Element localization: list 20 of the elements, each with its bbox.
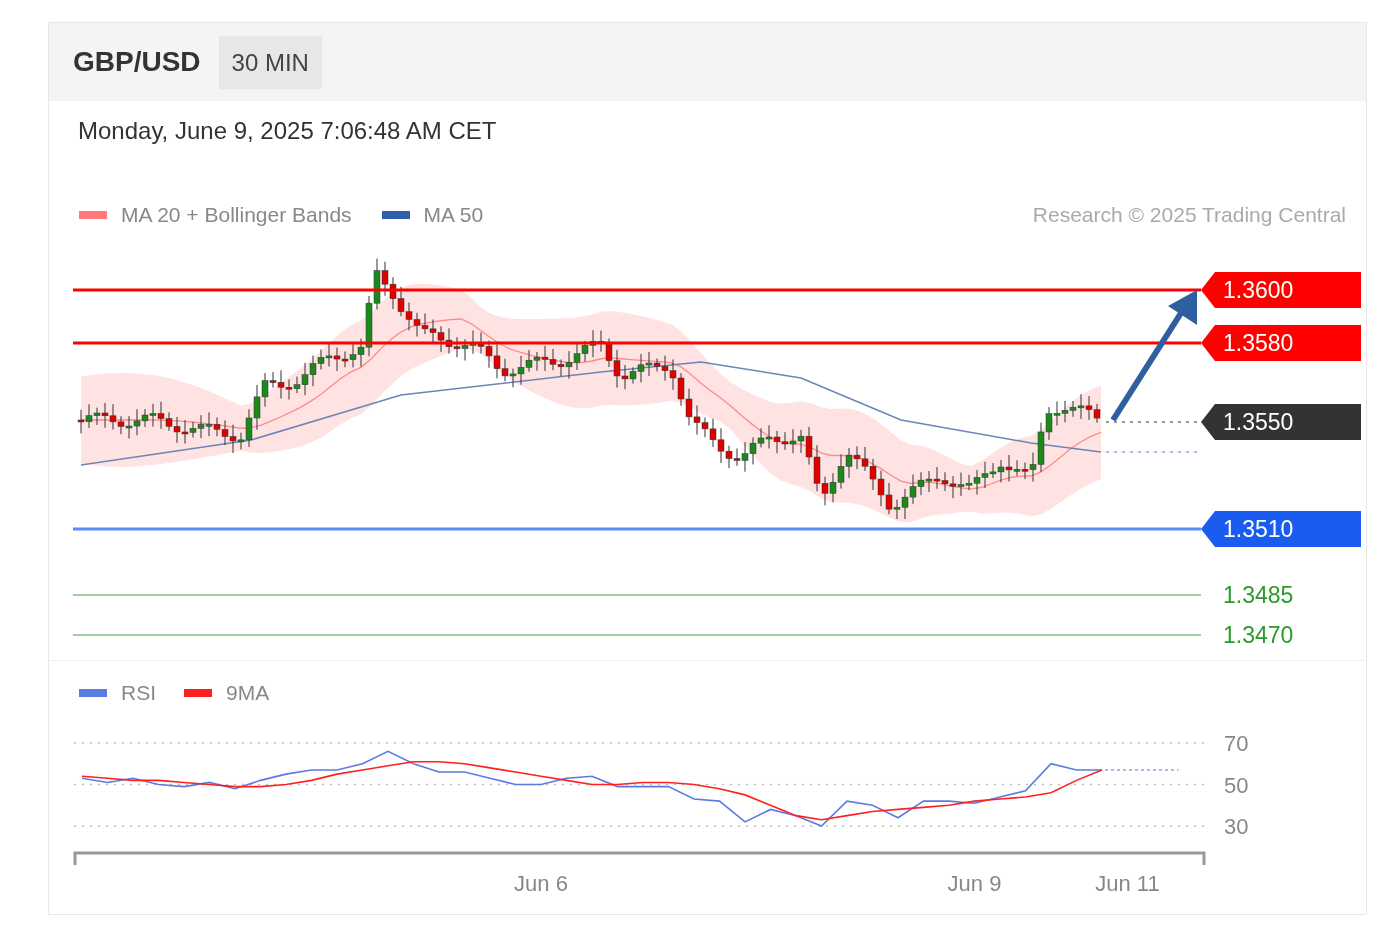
price-level-label: 1.3485 — [1222, 580, 1295, 610]
axis-label: Jun 6 — [514, 871, 568, 896]
price-level-label: 1.3510 — [1201, 511, 1361, 547]
pair-title: GBP/USD — [73, 46, 201, 78]
price-level-label: 1.3600 — [1201, 272, 1361, 308]
interval-badge: 30 MIN — [218, 35, 322, 89]
axis-label: 70 — [1224, 731, 1249, 756]
price-level-label: 1.3470 — [1222, 620, 1295, 650]
legend-label: MA 50 — [423, 203, 484, 227]
timestamp-text: Monday, June 9, 2025 7:06:48 AM CET — [77, 116, 498, 146]
axis-label: Jun 11 — [1095, 871, 1160, 896]
axis-label: Jun 9 — [947, 871, 1002, 896]
axis-label: 30 — [1224, 814, 1249, 839]
legend-label: RSI — [121, 681, 156, 705]
legend-label: 9MA — [226, 681, 270, 705]
legend-label: MA 20 + Bollinger Bands — [121, 203, 352, 227]
credit-text: Research © 2025 Trading Central — [1032, 203, 1346, 227]
price-level-label: 1.3580 — [1201, 325, 1361, 361]
axis-label: 50 — [1224, 772, 1249, 798]
price-level-label: 1.3550 — [1201, 404, 1361, 440]
